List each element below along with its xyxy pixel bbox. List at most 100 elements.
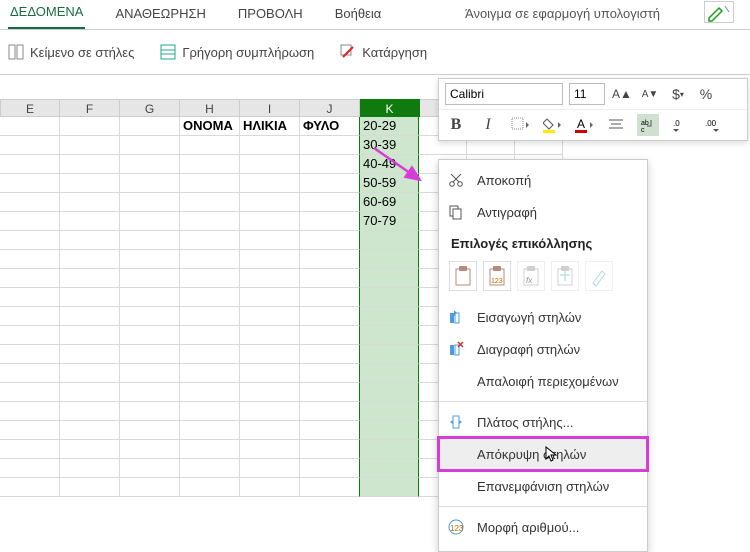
cell[interactable] <box>120 155 180 174</box>
ctx-hide-columns[interactable]: Απόκρυψη στηλών <box>439 438 647 470</box>
edit-pen-icon[interactable] <box>704 1 734 23</box>
cell[interactable] <box>300 155 360 174</box>
cell[interactable] <box>0 326 60 345</box>
tab-review[interactable]: ΑΝΑΘΕΩΡΗΣΗ <box>113 0 207 29</box>
cell[interactable] <box>120 478 180 497</box>
cell[interactable] <box>60 117 120 136</box>
cell[interactable] <box>300 250 360 269</box>
decrease-decimal-button[interactable]: .00 <box>701 114 723 136</box>
cell[interactable] <box>0 440 60 459</box>
cell[interactable] <box>120 288 180 307</box>
cell[interactable] <box>0 459 60 478</box>
cell[interactable] <box>240 307 300 326</box>
cell[interactable] <box>60 269 120 288</box>
ctx-column-width[interactable]: Πλάτος στήλης... <box>439 406 647 438</box>
cell[interactable] <box>60 250 120 269</box>
cell[interactable] <box>300 402 360 421</box>
cell[interactable] <box>240 383 300 402</box>
cell[interactable] <box>300 383 360 402</box>
cell[interactable] <box>300 174 360 193</box>
cell[interactable] <box>240 136 300 155</box>
cell[interactable] <box>240 402 300 421</box>
text-to-columns-button[interactable]: Κείμενο σε στήλες <box>8 44 134 60</box>
column-header-J[interactable]: J <box>300 99 360 117</box>
cell[interactable] <box>60 478 120 497</box>
cell[interactable] <box>240 155 300 174</box>
cell[interactable] <box>300 345 360 364</box>
cell[interactable] <box>180 155 240 174</box>
cell[interactable] <box>359 345 419 364</box>
cell[interactable] <box>60 440 120 459</box>
cell[interactable] <box>60 288 120 307</box>
cell[interactable] <box>359 440 419 459</box>
cell[interactable] <box>120 459 180 478</box>
cell[interactable] <box>60 212 120 231</box>
cell[interactable] <box>0 231 60 250</box>
cell[interactable] <box>300 193 360 212</box>
cell[interactable] <box>240 421 300 440</box>
cell[interactable] <box>359 269 419 288</box>
column-header-E[interactable]: E <box>0 99 60 117</box>
cell[interactable] <box>0 421 60 440</box>
cell[interactable] <box>240 269 300 288</box>
cell[interactable] <box>180 174 240 193</box>
cell[interactable] <box>60 136 120 155</box>
cell[interactable] <box>0 478 60 497</box>
currency-button[interactable]: $▾ <box>667 83 689 105</box>
ctx-insert-columns[interactable]: Εισαγωγή στηλών <box>439 301 647 333</box>
font-color-button[interactable]: A <box>573 114 595 136</box>
cell[interactable] <box>180 421 240 440</box>
cell[interactable] <box>240 478 300 497</box>
tab-data[interactable]: ΔΕΔΟΜΕΝΑ <box>8 0 85 29</box>
cell[interactable] <box>359 250 419 269</box>
cell[interactable]: 20-29 <box>359 117 419 136</box>
cell[interactable] <box>0 136 60 155</box>
cell[interactable] <box>240 364 300 383</box>
cell[interactable] <box>300 364 360 383</box>
cell[interactable] <box>180 478 240 497</box>
cell[interactable] <box>120 345 180 364</box>
cell[interactable] <box>180 250 240 269</box>
cell[interactable] <box>180 307 240 326</box>
cell[interactable] <box>359 364 419 383</box>
cell[interactable] <box>0 307 60 326</box>
cell[interactable] <box>180 364 240 383</box>
font-size-select[interactable]: 11 <box>569 83 605 105</box>
cell[interactable] <box>120 212 180 231</box>
cell[interactable] <box>120 136 180 155</box>
cell[interactable] <box>120 231 180 250</box>
cell[interactable] <box>300 478 360 497</box>
cell[interactable] <box>180 231 240 250</box>
cell[interactable] <box>300 307 360 326</box>
cell[interactable] <box>0 212 60 231</box>
cell[interactable] <box>0 117 60 136</box>
cell[interactable] <box>0 269 60 288</box>
cell[interactable] <box>359 478 419 497</box>
cell[interactable] <box>240 459 300 478</box>
cell[interactable] <box>60 364 120 383</box>
cell[interactable] <box>300 212 360 231</box>
cell[interactable] <box>240 288 300 307</box>
cell[interactable] <box>60 383 120 402</box>
cell[interactable] <box>0 288 60 307</box>
cell[interactable] <box>300 440 360 459</box>
cell[interactable]: ΦΥΛΟ <box>300 117 360 136</box>
flash-fill-button[interactable]: Γρήγορη συμπλήρωση <box>160 44 314 60</box>
align-button[interactable] <box>605 114 627 136</box>
cell[interactable] <box>300 459 360 478</box>
increase-decimal-button[interactable]: .0 <box>669 114 691 136</box>
cell[interactable] <box>120 364 180 383</box>
ctx-unhide-columns[interactable]: Επανεμφάνιση στηλών <box>439 470 647 502</box>
cell[interactable] <box>120 326 180 345</box>
italic-button[interactable]: I <box>477 114 499 136</box>
wrap-text-button[interactable]: abc <box>637 114 659 136</box>
cell[interactable] <box>0 155 60 174</box>
increase-font-button[interactable]: A▲ <box>611 83 633 105</box>
ctx-copy[interactable]: Αντιγραφή <box>439 196 647 228</box>
cell[interactable] <box>359 231 419 250</box>
cell[interactable] <box>120 307 180 326</box>
ctx-clear-contents[interactable]: Απαλοιφή περιεχομένων <box>439 365 647 397</box>
tab-help[interactable]: Βοήθεια <box>333 0 384 29</box>
cell[interactable] <box>120 383 180 402</box>
cell[interactable]: 60-69 <box>359 193 419 212</box>
